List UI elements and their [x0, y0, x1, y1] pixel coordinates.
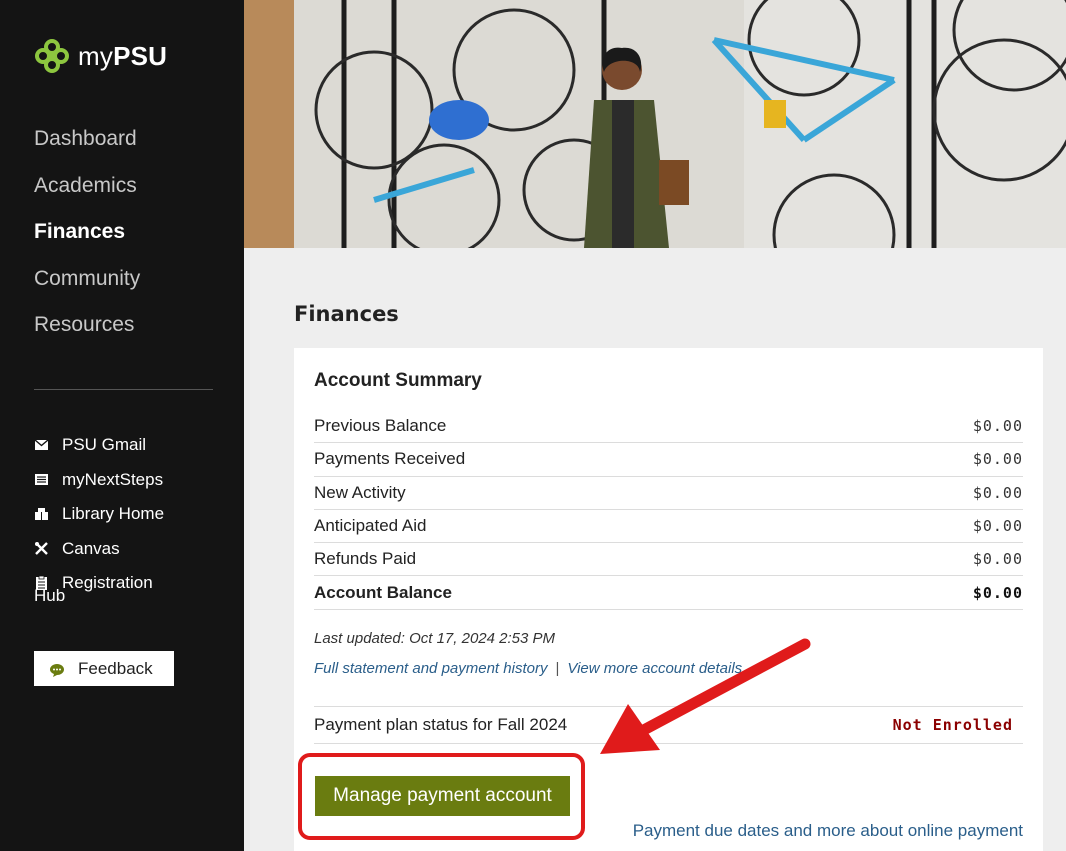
link-label: myNextSteps [62, 469, 164, 489]
row-label: Refunds Paid [314, 549, 417, 569]
feedback-label: Feedback [78, 658, 153, 678]
book-icon [34, 507, 48, 521]
envelope-icon [34, 438, 48, 452]
row-value: $0.00 [972, 483, 1023, 502]
summary-table: Previous Balance $0.00 Payments Received… [314, 410, 1023, 610]
card-title: Account Summary [314, 370, 482, 391]
sidebar: myPSU Dashboard Academics Finances Commu… [0, 0, 244, 851]
summary-row: New Activity $0.00 [314, 477, 1023, 510]
summary-row: Previous Balance $0.00 [314, 410, 1023, 444]
hero-image [244, 0, 1066, 248]
psu-cross-icon [35, 39, 69, 73]
feedback-button[interactable]: Feedback [34, 651, 174, 686]
payment-due-dates-link[interactable]: Payment due dates and more about online … [633, 821, 1023, 841]
nav-academics[interactable]: Academics [34, 171, 140, 218]
row-label: Previous Balance [314, 416, 447, 436]
statement-history-link[interactable]: Full statement and payment history [314, 660, 547, 677]
row-value: $0.00 [972, 517, 1023, 536]
plan-label: Payment plan status for Fall 2024 [314, 715, 568, 734]
link-separator: | [555, 660, 560, 677]
nav-resources[interactable]: Resources [34, 310, 140, 357]
main-nav: Dashboard Academics Finances Community R… [34, 124, 140, 357]
statement-links: Full statement and payment history | View … [314, 660, 742, 677]
link-psu-gmail[interactable]: PSU Gmail [34, 428, 164, 463]
account-balance-row: Account Balance $0.00 [314, 576, 1023, 610]
tools-icon [34, 542, 48, 556]
link-label: Canvas [62, 538, 120, 558]
link-label: Registration [62, 573, 153, 592]
last-updated: Last updated: Oct 17, 2024 2:53 PM [314, 630, 555, 647]
list-icon [34, 473, 48, 487]
manage-payment-account-button[interactable]: Manage payment account [315, 776, 570, 816]
link-registration-hub[interactable]: Registration Hub [34, 566, 164, 605]
row-label: Payments Received [314, 449, 466, 469]
mypsu-logo[interactable]: myPSU [34, 38, 167, 74]
row-label: Anticipated Aid [314, 516, 427, 536]
payment-plan-row: Payment plan status for Fall 2024 Not En… [314, 706, 1023, 744]
link-label-wrap: Hub [34, 586, 66, 605]
link-label: PSU Gmail [62, 435, 147, 455]
row-label: Account Balance [314, 582, 452, 602]
link-label: Library Home [62, 504, 165, 524]
row-value: $0.00 [972, 550, 1023, 569]
account-details-link[interactable]: View more account details [567, 660, 742, 677]
summary-row: Refunds Paid $0.00 [314, 543, 1023, 577]
account-summary-card: Account Summary Previous Balance $0.00 P… [294, 348, 1043, 851]
bike-rack-photo [244, 0, 1066, 248]
link-library-home[interactable]: Library Home [34, 497, 164, 532]
sidebar-divider [34, 389, 213, 390]
chat-bubble-icon [50, 662, 64, 677]
row-value: $0.00 [972, 417, 1023, 436]
logo-text: myPSU [78, 40, 168, 71]
link-canvas[interactable]: Canvas [34, 532, 164, 567]
nav-dashboard[interactable]: Dashboard [34, 124, 140, 171]
summary-row: Anticipated Aid $0.00 [314, 510, 1023, 544]
row-label: New Activity [314, 482, 406, 502]
nav-community[interactable]: Community [34, 264, 140, 311]
nav-finances[interactable]: Finances [34, 217, 140, 264]
row-value: $0.00 [972, 583, 1023, 602]
plan-status: Not Enrolled [892, 716, 1013, 734]
row-value: $0.00 [972, 450, 1023, 469]
link-mynextsteps[interactable]: myNextSteps [34, 463, 164, 498]
quick-links: PSU Gmail myNextSteps Library Home Canva… [34, 428, 164, 605]
summary-row: Payments Received $0.00 [314, 443, 1023, 477]
page-title: Finances [294, 302, 399, 326]
